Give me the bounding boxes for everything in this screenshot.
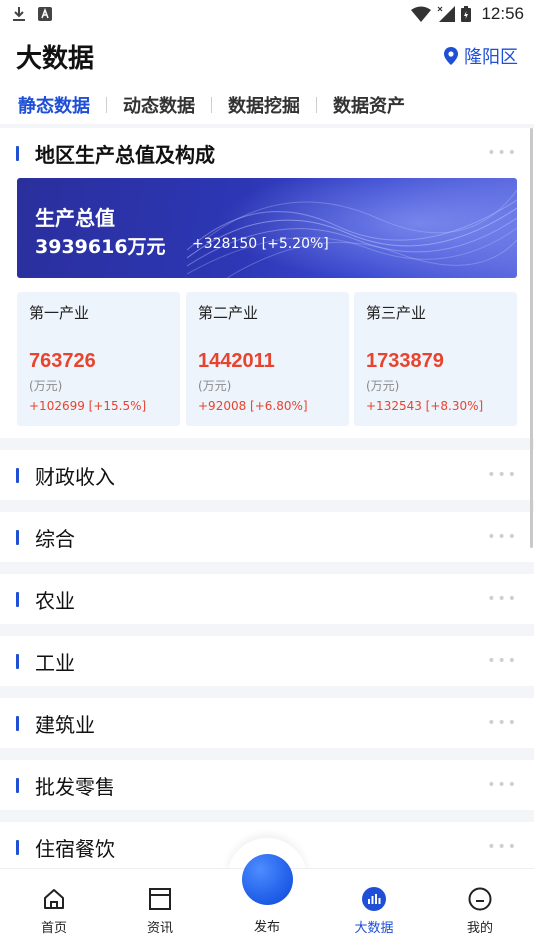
industry-card-primary[interactable]: 第一产业 763726 (万元) +102699 [+15.5%]: [17, 292, 180, 426]
scrollbar[interactable]: [530, 128, 533, 548]
download-icon: [13, 7, 25, 21]
industry-value: 763726: [29, 350, 96, 372]
wave-pattern-icon: [187, 178, 517, 278]
nav-home[interactable]: 首页: [14, 887, 94, 936]
more-icon[interactable]: •••: [487, 653, 518, 669]
industry-change: +92008 [+6.80%]: [198, 399, 308, 413]
section-marker: [16, 145, 19, 161]
section-title: 财政收入: [35, 464, 115, 489]
industry-value: 1733879: [366, 350, 444, 372]
nav-profile[interactable]: 我的: [440, 887, 520, 936]
section-marker: [16, 777, 19, 793]
industry-change: +102699 [+15.5%]: [29, 399, 147, 413]
more-icon[interactable]: •••: [487, 145, 518, 161]
divider-band: [0, 500, 534, 512]
nav-label: 首页: [40, 921, 67, 936]
divider-band: [0, 624, 534, 636]
tab-data-assets[interactable]: 数据资产: [333, 92, 421, 118]
section-title: 建筑业: [35, 712, 95, 737]
more-icon[interactable]: •••: [487, 777, 518, 793]
industry-card-secondary[interactable]: 第二产业 1442011 (万元) +92008 [+6.80%]: [186, 292, 349, 426]
more-icon[interactable]: •••: [487, 591, 518, 607]
section-title: 批发零售: [35, 774, 115, 799]
section-marker: [16, 467, 19, 483]
page-title: 大数据: [16, 43, 95, 74]
section-marker: [16, 591, 19, 607]
industry-unit: (万元): [198, 379, 232, 393]
nav-news[interactable]: 资讯: [120, 887, 200, 936]
industry-name: 第一产业: [29, 304, 90, 322]
tab-divider: [106, 97, 107, 113]
section-construction[interactable]: 建筑业 •••: [0, 698, 534, 748]
tab-dynamic-data[interactable]: 动态数据: [123, 92, 211, 118]
industry-change: +132543 [+8.30%]: [366, 399, 484, 413]
more-icon[interactable]: •••: [487, 715, 518, 731]
location-label: 隆阳区: [464, 47, 518, 68]
nav-label: 大数据: [354, 921, 394, 936]
section-title: 住宿餐饮: [35, 836, 115, 861]
location-selector[interactable]: 隆阳区: [444, 43, 518, 69]
section-wholesale-retail[interactable]: 批发零售 •••: [0, 760, 534, 810]
more-icon[interactable]: •••: [487, 839, 518, 855]
status-time: 12:56: [481, 4, 524, 23]
nav-label: 我的: [466, 921, 493, 936]
section-marker: [16, 715, 19, 731]
divider-band: [0, 748, 534, 760]
industry-name: 第三产业: [366, 304, 427, 322]
section-agriculture[interactable]: 农业 •••: [0, 574, 534, 624]
section-marker: [16, 839, 19, 855]
news-icon: [149, 888, 171, 910]
section-industry[interactable]: 工业 •••: [0, 636, 534, 686]
nav-bigdata[interactable]: 大数据: [334, 887, 414, 936]
bigdata-icon: [362, 887, 386, 911]
data-tabs: 静态数据 动态数据 数据挖掘 数据资产: [0, 86, 534, 124]
nav-publish-label: 发布: [253, 920, 280, 935]
gdp-banner[interactable]: 生产总值 3939616万元 +328150 [+5.20%]: [17, 178, 517, 278]
section-title: 综合: [35, 526, 75, 551]
section-marker: [16, 653, 19, 669]
profile-icon: [468, 887, 492, 911]
battery-icon: [461, 6, 472, 22]
industry-unit: (万元): [366, 379, 400, 393]
industry-unit: (万元): [29, 379, 63, 393]
industry-card-tertiary[interactable]: 第三产业 1733879 (万元) +132543 [+8.30%]: [354, 292, 517, 426]
section-gdp-header[interactable]: 地区生产总值及构成 •••: [0, 128, 534, 178]
wifi-icon: [411, 6, 432, 22]
tab-data-mining[interactable]: 数据挖掘: [228, 92, 316, 118]
section-comprehensive[interactable]: 综合 •••: [0, 512, 534, 562]
divider-band: [0, 686, 534, 698]
divider-band: [0, 438, 534, 450]
industry-value: 1442011: [198, 350, 275, 372]
section-title: 工业: [35, 650, 75, 675]
tab-divider: [316, 97, 317, 113]
nav-label: 资讯: [146, 921, 173, 936]
more-icon[interactable]: •••: [487, 467, 518, 483]
location-pin-icon: [444, 47, 458, 65]
section-title: 地区生产总值及构成: [35, 142, 215, 167]
more-icon[interactable]: •••: [487, 529, 518, 545]
publish-icon[interactable]: [242, 854, 293, 905]
tab-divider: [211, 97, 212, 113]
industry-name: 第二产业: [198, 304, 259, 322]
divider-band: [0, 810, 534, 822]
gdp-label: 生产总值: [35, 206, 115, 230]
section-fiscal-revenue[interactable]: 财政收入 •••: [0, 450, 534, 500]
signal-icon: [438, 6, 456, 22]
gdp-change: +328150 [+5.20%]: [192, 236, 329, 252]
gdp-value: 3939616万元: [35, 236, 166, 258]
section-marker: [16, 529, 19, 545]
section-title: 农业: [35, 588, 75, 613]
app-header: 大数据 隆阳区: [0, 30, 534, 82]
text-app-icon: [38, 7, 52, 21]
home-icon: [44, 889, 64, 909]
status-bar: 12:56: [0, 0, 534, 28]
tab-static-data[interactable]: 静态数据: [18, 92, 106, 118]
divider-band: [0, 562, 534, 574]
